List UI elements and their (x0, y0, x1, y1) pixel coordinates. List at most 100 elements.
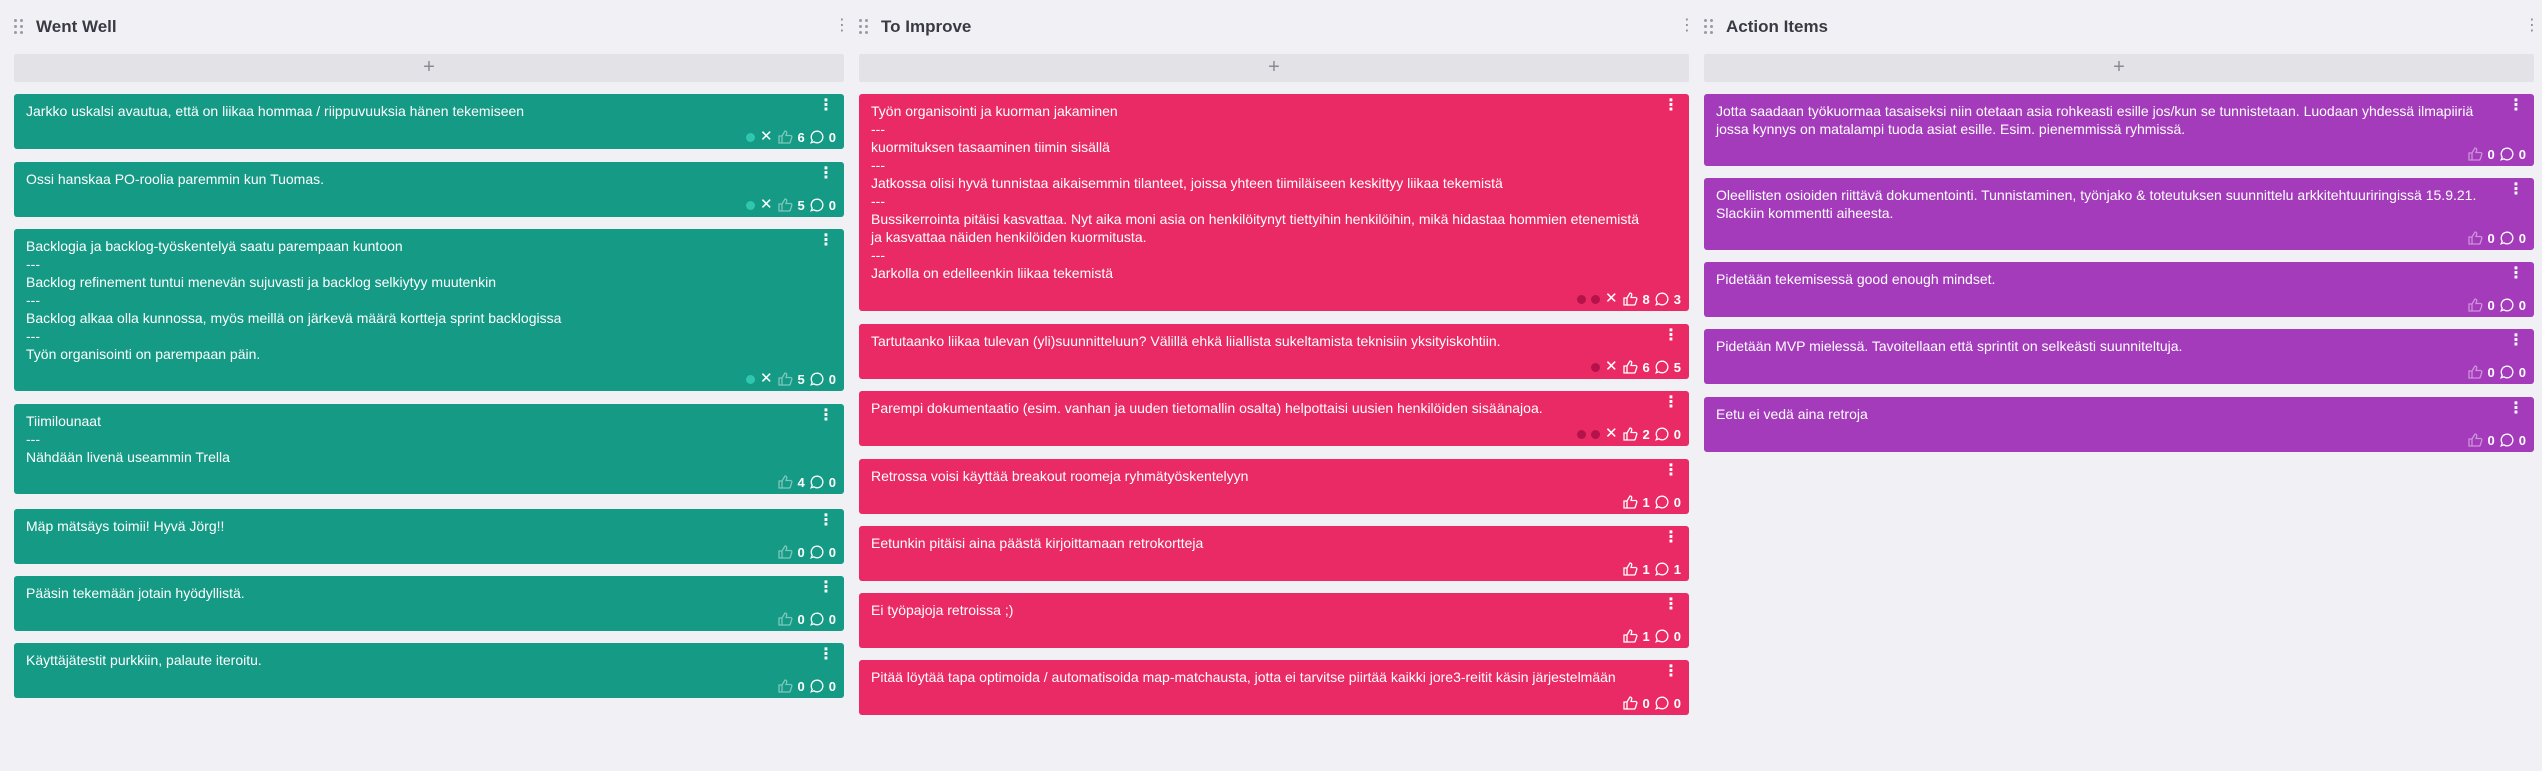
close-icon[interactable]: ✕ (760, 129, 773, 145)
retro-card[interactable]: Pääsin tekemään jotain hyödyllistä. ⋮ 0 … (14, 576, 844, 631)
retro-card[interactable]: Oleellisten osioiden riittävä dokumentoi… (1704, 178, 2534, 250)
retro-card[interactable]: Työn organisointi ja kuorman jakaminen -… (859, 94, 1689, 311)
comment-icon[interactable] (1654, 292, 1669, 306)
vote-dot-icon[interactable] (745, 200, 755, 210)
thumbs-up-icon[interactable] (777, 130, 793, 144)
kebab-menu-icon[interactable]: ⋮ (2508, 98, 2524, 114)
thumbs-up-icon[interactable] (777, 475, 793, 489)
thumbs-up-icon[interactable] (777, 679, 793, 693)
retro-card[interactable]: Pidetään tekemisessä good enough mindset… (1704, 262, 2534, 317)
comment-icon[interactable] (1654, 360, 1669, 374)
retro-card[interactable]: Parempi dokumentaatio (esim. vanhan ja u… (859, 391, 1689, 446)
retro-card[interactable]: Pidetään MVP mielessä. Tavoitellaan että… (1704, 329, 2534, 384)
drag-handle-icon[interactable] (1704, 18, 1716, 36)
drag-handle-icon[interactable] (14, 18, 26, 36)
drag-handle-icon[interactable] (859, 18, 871, 36)
vote-dot-icon[interactable] (1576, 294, 1586, 304)
kebab-menu-icon[interactable]: ⋮ (1663, 597, 1679, 613)
kebab-menu-icon[interactable]: ⋮ (1663, 98, 1679, 114)
thumbs-up-icon[interactable] (2467, 365, 2483, 379)
close-icon[interactable]: ✕ (760, 371, 773, 387)
thumbs-up-icon[interactable] (1622, 562, 1638, 576)
retro-card[interactable]: Ei työpajoja retroissa ;) ⋮ 1 0 (859, 593, 1689, 648)
vote-dot-icon[interactable] (1590, 362, 1600, 372)
retro-card[interactable]: Tiimilounaat --- Nähdään livenä useammin… (14, 404, 844, 494)
comment-icon[interactable] (1654, 696, 1669, 710)
vote-dot-icon[interactable] (745, 132, 755, 142)
kebab-menu-icon[interactable]: ⋮ (1663, 328, 1679, 344)
kebab-menu-icon[interactable]: ⋮ (1679, 16, 1695, 36)
comment-icon[interactable] (2499, 147, 2514, 161)
comment-icon[interactable] (2499, 298, 2514, 312)
thumbs-up-icon[interactable] (777, 198, 793, 212)
add-card-button[interactable]: + (859, 54, 1689, 82)
close-icon[interactable]: ✕ (1605, 426, 1618, 442)
thumbs-up-icon[interactable] (2467, 433, 2483, 447)
thumbs-up-icon[interactable] (1622, 495, 1638, 509)
retro-card[interactable]: Eetunkin pitäisi aina päästä kirjoittama… (859, 526, 1689, 581)
kebab-menu-icon[interactable]: ⋮ (1663, 463, 1679, 479)
kebab-menu-icon[interactable]: ⋮ (818, 647, 834, 663)
kebab-menu-icon[interactable]: ⋮ (1663, 395, 1679, 411)
retro-card[interactable]: Backlogia ja backlog-työskentelyä saatu … (14, 229, 844, 391)
comment-icon[interactable] (2499, 231, 2514, 245)
kebab-menu-icon[interactable]: ⋮ (818, 513, 834, 529)
comment-icon[interactable] (809, 372, 824, 386)
vote-dot-icon[interactable] (745, 374, 755, 384)
thumbs-up-icon[interactable] (1622, 629, 1638, 643)
kebab-menu-icon[interactable]: ⋮ (818, 166, 834, 182)
comment-icon[interactable] (809, 475, 824, 489)
comment-icon[interactable] (1654, 495, 1669, 509)
thumbs-up-icon[interactable] (777, 545, 793, 559)
kebab-menu-icon[interactable]: ⋮ (2524, 16, 2540, 36)
kebab-menu-icon[interactable]: ⋮ (2508, 182, 2524, 198)
comment-icon[interactable] (2499, 365, 2514, 379)
thumbs-up-icon[interactable] (2467, 298, 2483, 312)
comment-icon[interactable] (2499, 433, 2514, 447)
retro-card[interactable]: Eetu ei vedä aina retroja ⋮ 0 0 (1704, 397, 2534, 452)
add-card-button[interactable]: + (1704, 54, 2534, 82)
thumbs-up-icon[interactable] (1622, 360, 1638, 374)
close-icon[interactable]: ✕ (1605, 359, 1618, 375)
retro-card[interactable]: Jarkko uskalsi avautua, että on liikaa h… (14, 94, 844, 149)
kebab-menu-icon[interactable]: ⋮ (2508, 333, 2524, 349)
retro-card[interactable]: Tartutaanko liikaa tulevan (yli)suunnitt… (859, 324, 1689, 379)
kebab-menu-icon[interactable]: ⋮ (818, 580, 834, 596)
kebab-menu-icon[interactable]: ⋮ (1663, 530, 1679, 546)
comment-icon[interactable] (1654, 629, 1669, 643)
retro-card[interactable]: Retrossa voisi käyttää breakout roomeja … (859, 459, 1689, 514)
kebab-menu-icon[interactable]: ⋮ (818, 98, 834, 114)
kebab-menu-icon[interactable]: ⋮ (834, 16, 850, 36)
vote-dot-icon[interactable] (1590, 429, 1600, 439)
retro-card[interactable]: Mäp mätsäys toimii! Hyvä Jörg!! ⋮ 0 0 (14, 509, 844, 564)
vote-dot-icon[interactable] (1576, 429, 1586, 439)
thumbs-up-icon[interactable] (1622, 292, 1638, 306)
thumbs-up-icon[interactable] (777, 372, 793, 386)
retro-card[interactable]: Jotta saadaan työkuormaa tasaiseksi niin… (1704, 94, 2534, 166)
comment-icon[interactable] (809, 612, 824, 626)
thumbs-up-icon[interactable] (2467, 147, 2483, 161)
kebab-menu-icon[interactable]: ⋮ (818, 408, 834, 424)
comment-icon[interactable] (809, 130, 824, 144)
thumbs-up-icon[interactable] (1622, 427, 1638, 441)
add-card-button[interactable]: + (14, 54, 844, 82)
comment-icon[interactable] (1654, 427, 1669, 441)
thumbs-up-icon[interactable] (2467, 231, 2483, 245)
comment-icon[interactable] (1654, 562, 1669, 576)
close-icon[interactable]: ✕ (1605, 291, 1618, 307)
card-footer: 0 0 (2467, 230, 2526, 246)
retro-card[interactable]: Käyttäjätestit purkkiin, palaute iteroit… (14, 643, 844, 698)
thumbs-up-icon[interactable] (1622, 696, 1638, 710)
comment-icon[interactable] (809, 545, 824, 559)
retro-card[interactable]: Ossi hanskaa PO-roolia paremmin kun Tuom… (14, 162, 844, 217)
kebab-menu-icon[interactable]: ⋮ (2508, 401, 2524, 417)
vote-dot-icon[interactable] (1590, 294, 1600, 304)
close-icon[interactable]: ✕ (760, 197, 773, 213)
kebab-menu-icon[interactable]: ⋮ (2508, 266, 2524, 282)
comment-icon[interactable] (809, 198, 824, 212)
kebab-menu-icon[interactable]: ⋮ (1663, 664, 1679, 680)
kebab-menu-icon[interactable]: ⋮ (818, 233, 834, 249)
retro-card[interactable]: Pitää löytää tapa optimoida / automatiso… (859, 660, 1689, 715)
comment-icon[interactable] (809, 679, 824, 693)
thumbs-up-icon[interactable] (777, 612, 793, 626)
